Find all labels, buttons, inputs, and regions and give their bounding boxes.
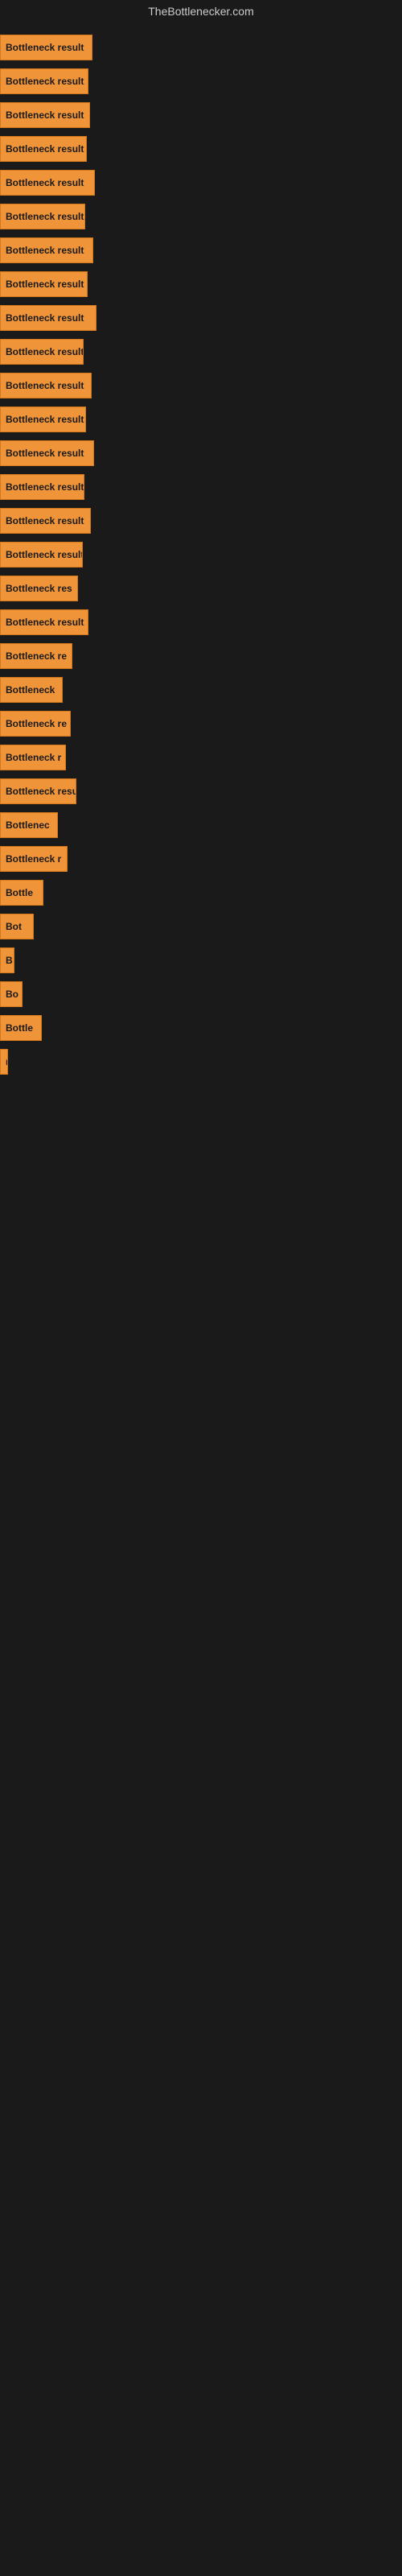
bar-label: Bottleneck result (6, 211, 84, 222)
bottleneck-bar[interactable]: Bottle (0, 880, 43, 906)
bar-row: Bottleneck result (0, 605, 402, 639)
bar-label: Bottleneck (6, 684, 55, 696)
bar-row: Bottleneck result (0, 301, 402, 335)
bar-row: Bottleneck result (0, 335, 402, 369)
bar-row: Bottleneck result (0, 132, 402, 166)
bar-label: Bottlenec (6, 819, 50, 831)
bar-label: Bottleneck result (6, 481, 84, 493)
bar-label: Bottleneck re (6, 650, 67, 662)
bottleneck-bar[interactable]: Bottleneck result (0, 237, 93, 263)
bar-row: n (0, 1045, 402, 1079)
bar-row: Bottleneck re (0, 707, 402, 741)
bar-row: Bottleneck resu (0, 774, 402, 808)
bar-row: Bottleneck result (0, 31, 402, 64)
bar-row: Bottleneck result (0, 470, 402, 504)
bar-row: Bottleneck result (0, 436, 402, 470)
bottleneck-bar[interactable]: Bottleneck result (0, 136, 87, 162)
bar-label: Bottleneck result (6, 414, 84, 425)
bottleneck-bar[interactable]: B (0, 947, 14, 973)
bar-row: Bottleneck (0, 673, 402, 707)
bottleneck-bar[interactable]: Bottleneck result (0, 102, 90, 128)
bar-label: Bottleneck result (6, 279, 84, 290)
bottleneck-bar[interactable]: Bottleneck result (0, 204, 85, 229)
bar-label: Bottle (6, 887, 33, 898)
bar-label: Bottleneck res (6, 583, 72, 594)
bottleneck-bar[interactable]: Bottlenec (0, 812, 58, 838)
bottleneck-bar[interactable]: Bottleneck (0, 677, 63, 703)
bottleneck-bar[interactable]: Bottleneck resu (0, 778, 76, 804)
bar-row: Bottleneck result (0, 267, 402, 301)
bar-label: Bottleneck result (6, 448, 84, 459)
bar-row: Bottleneck result (0, 98, 402, 132)
bar-label: Bottleneck result (6, 312, 84, 324)
bottleneck-bar[interactable]: Bottleneck result (0, 407, 86, 432)
bar-row: Bot (0, 910, 402, 943)
bottleneck-bar[interactable]: Bottleneck result (0, 542, 83, 568)
bar-label: Bottleneck result (6, 617, 84, 628)
bar-row: Bottleneck result (0, 233, 402, 267)
bar-row: Bottle (0, 1011, 402, 1045)
bar-label: Bo (6, 989, 18, 1000)
bottleneck-bar[interactable]: Bottleneck result (0, 609, 88, 635)
bars-container: Bottleneck result Bottleneck result Bottle… (0, 23, 402, 1087)
bottleneck-bar[interactable]: Bottleneck re (0, 643, 72, 669)
bar-label: Bottleneck result (6, 109, 84, 121)
bar-row: Bottleneck re (0, 639, 402, 673)
bar-row: Bottleneck res (0, 572, 402, 605)
bar-row: Bottleneck result (0, 64, 402, 98)
bar-label: Bottleneck result (6, 143, 84, 155)
bar-label: Bottleneck result (6, 245, 84, 256)
bar-row: Bottleneck r (0, 741, 402, 774)
bottleneck-bar[interactable]: Bottleneck result (0, 271, 88, 297)
bottleneck-bar[interactable]: Bo (0, 981, 23, 1007)
bar-label: Bottleneck result (6, 346, 84, 357)
bar-row: Bottleneck result (0, 369, 402, 402)
bar-row: Bo (0, 977, 402, 1011)
bar-row: Bottleneck result (0, 504, 402, 538)
bar-label: Bottleneck result (6, 42, 84, 53)
bar-row: Bottle (0, 876, 402, 910)
bar-label: Bottleneck resu (6, 786, 76, 797)
bar-row: Bottleneck result (0, 200, 402, 233)
bar-label: Bottleneck result (6, 549, 83, 560)
bottleneck-bar[interactable]: Bottleneck result (0, 440, 94, 466)
bottleneck-bar[interactable]: Bottleneck result (0, 35, 92, 60)
bar-label: Bottleneck r (6, 853, 61, 865)
bar-label: Bottleneck re (6, 718, 67, 729)
bar-row: Bottleneck result (0, 402, 402, 436)
bar-row: Bottleneck r (0, 842, 402, 876)
bar-row: Bottleneck result (0, 166, 402, 200)
bottleneck-bar[interactable]: Bottleneck r (0, 846, 68, 872)
site-title: TheBottlenecker.com (0, 0, 402, 23)
bar-label: Bot (6, 921, 22, 932)
bar-row: Bottleneck result (0, 538, 402, 572)
bottleneck-bar[interactable]: Bottleneck r (0, 745, 66, 770)
bottleneck-bar[interactable]: Bottleneck result (0, 68, 88, 94)
bottleneck-bar[interactable]: Bottleneck result (0, 305, 96, 331)
bar-label: Bottleneck result (6, 76, 84, 87)
bottleneck-bar[interactable]: Bottleneck res (0, 576, 78, 601)
bottleneck-bar[interactable]: Bottleneck result (0, 170, 95, 196)
bar-label: Bottleneck result (6, 515, 84, 526)
bottleneck-bar[interactable]: Bottleneck result (0, 508, 91, 534)
bar-label: Bottleneck result (6, 177, 84, 188)
bottleneck-bar[interactable]: Bottleneck result (0, 339, 84, 365)
bar-row: B (0, 943, 402, 977)
bar-label: Bottle (6, 1022, 33, 1034)
bottleneck-bar[interactable]: Bottleneck result (0, 474, 84, 500)
bar-label: B (6, 955, 13, 966)
bottleneck-bar[interactable]: Bot (0, 914, 34, 939)
bottleneck-bar[interactable]: n (0, 1049, 8, 1075)
bar-row: Bottlenec (0, 808, 402, 842)
bar-label: Bottleneck result (6, 380, 84, 391)
bottleneck-bar[interactable]: Bottle (0, 1015, 42, 1041)
bottleneck-bar[interactable]: Bottleneck result (0, 373, 92, 398)
bar-label: n (6, 1056, 8, 1067)
bar-label: Bottleneck r (6, 752, 61, 763)
bottleneck-bar[interactable]: Bottleneck re (0, 711, 71, 737)
